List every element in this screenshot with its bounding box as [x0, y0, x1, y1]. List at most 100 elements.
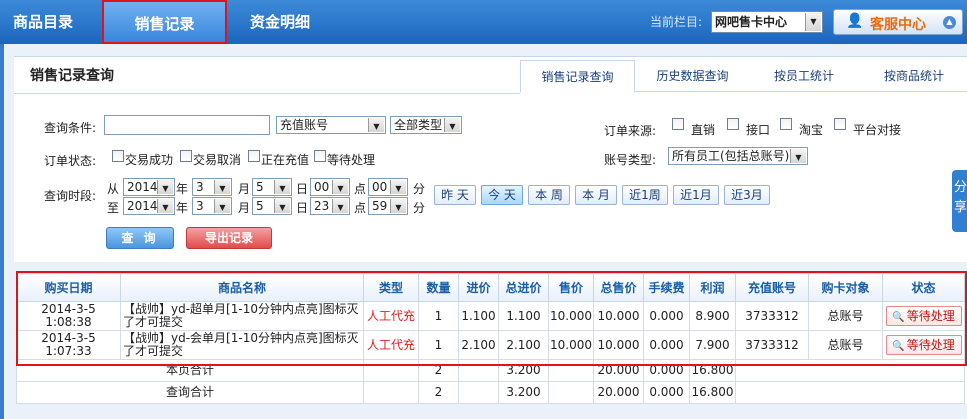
source-direct-checkbox[interactable] [672, 118, 684, 130]
cell-empty [458, 381, 499, 404]
from-month-select[interactable]: 3 ▼ [192, 178, 232, 196]
range-this-week-button[interactable]: 本 周 [528, 185, 570, 205]
cell-product-name: 【战帅】yd-超单月[1-10分钟内点亮]图标灭了才可提交 [120, 301, 364, 331]
cell-fee: 0.000 [643, 359, 690, 382]
chevron-down-icon: ▼ [805, 13, 821, 31]
to-year-select[interactable]: 2014 ▼ [123, 197, 175, 215]
status-pending-label: 等待处理 [327, 153, 376, 167]
chevron-down-icon: ▼ [790, 149, 806, 163]
cell-cost: 1.100 [458, 301, 499, 331]
source-platform-label: 平台对接 [853, 123, 902, 137]
tab-sales-query[interactable]: 销售记录查询 [520, 60, 635, 93]
source-api-checkbox[interactable] [727, 118, 739, 130]
unit-year: 年 [176, 182, 189, 196]
status-pending-checkbox[interactable] [314, 150, 326, 162]
time-range-label: 查询时段: [44, 189, 97, 203]
chevron-down-icon: ▼ [274, 199, 290, 213]
person-icon: 👤 [846, 13, 864, 29]
unit-month: 月 [238, 182, 251, 196]
service-center-button[interactable]: 👤 客服中心 ▲ [833, 9, 963, 35]
from-year-select[interactable]: 2014 ▼ [123, 178, 175, 196]
chevron-down-icon: ▼ [157, 180, 173, 194]
query-button[interactable]: 查 询 [106, 227, 174, 249]
to-day-select[interactable]: 5 ▼ [252, 197, 292, 215]
col-cost: 进价 [458, 273, 499, 302]
magnifier-icon: 🔍 [892, 341, 905, 352]
cell-fee: 0.000 [643, 330, 690, 360]
current-section-select[interactable]: 网吧售卡中心 ▼ [711, 11, 823, 33]
to-label: 至 [107, 201, 120, 215]
nav-item-funds[interactable]: 资金明细 [234, 0, 326, 44]
all-types-select[interactable]: 全部类型 ▼ [390, 116, 462, 134]
top-nav: 商品目录 销售记录 资金明细 当前栏目: 网吧售卡中心 ▼ 👤 客服中心 ▲ [0, 0, 967, 44]
range-3month-button[interactable]: 近3月 [724, 185, 770, 205]
tab-history-query[interactable]: 历史数据查询 [640, 60, 745, 92]
cell-profit: 7.900 [689, 330, 736, 360]
chevron-down-icon: ▼ [332, 180, 348, 194]
chevron-down-icon: ▼ [332, 199, 348, 213]
cell-fee: 0.000 [643, 381, 690, 404]
cell-type: 人工代充 [363, 330, 419, 360]
status-success-checkbox[interactable] [112, 150, 124, 162]
range-this-month-button[interactable]: 本 月 [575, 185, 617, 205]
status-pending-button[interactable]: 🔍 等待处理 [885, 335, 962, 355]
col-price: 售价 [548, 273, 594, 302]
chevron-down-icon: ▼ [157, 199, 173, 213]
from-day-select[interactable]: 5 ▼ [252, 178, 292, 196]
export-button[interactable]: 导出记录 [186, 227, 272, 249]
cell-target: 总账号 [808, 330, 883, 360]
account-type-select[interactable]: 充值账号 ▼ [276, 116, 386, 134]
cell-empty [363, 359, 419, 382]
tab-by-employee[interactable]: 按员工统计 [754, 60, 854, 92]
status-cancel-checkbox[interactable] [180, 150, 192, 162]
unit-day: 日 [296, 201, 309, 215]
table-row: 2014-3-5 1:07:33 【战帅】yd-会单月[1-10分钟内点亮]图标… [16, 330, 965, 360]
share-tab[interactable]: 分享 [952, 170, 967, 232]
range-1month-button[interactable]: 近1月 [673, 185, 719, 205]
cell-profit: 16.800 [689, 359, 736, 382]
col-total-cost: 总进价 [498, 273, 549, 302]
tab-by-product[interactable]: 按商品统计 [864, 60, 964, 92]
from-hour-select[interactable]: 00 ▼ [310, 178, 350, 196]
from-minute-select[interactable]: 00 ▼ [368, 178, 408, 196]
query-input[interactable] [104, 115, 270, 135]
status-success-label: 交易成功 [125, 153, 174, 167]
cell-empty [458, 359, 499, 382]
nav-item-sales[interactable]: 销售记录 [102, 0, 227, 44]
cell-empty [548, 359, 594, 382]
cell-total-price: 10.000 [593, 301, 644, 331]
from-day-value: 5 [256, 180, 264, 194]
tab-bar: 销售记录查询 历史数据查询 按员工统计 按商品统计 [520, 60, 967, 93]
status-pending-button[interactable]: 🔍 等待处理 [885, 306, 962, 326]
account-kind-select[interactable]: 所有员工(包括总账号) ▼ [668, 147, 808, 165]
cell-qty: 2 [418, 359, 459, 382]
col-product-name: 商品名称 [120, 273, 364, 302]
chevron-up-icon: ▲ [943, 16, 956, 29]
to-hour-select[interactable]: 23 ▼ [310, 197, 350, 215]
order-source-label: 订单来源: [604, 124, 657, 138]
status-text: 等待处理 [906, 309, 955, 323]
magnifier-icon: 🔍 [892, 312, 905, 323]
account-kind-label: 账号类型: [604, 153, 657, 167]
col-profit: 利润 [689, 273, 736, 302]
to-minute-select[interactable]: 59 ▼ [368, 197, 408, 215]
cell-price: 10.000 [548, 330, 594, 360]
service-center-label: 客服中心 [870, 17, 926, 33]
cell-status: 🔍 等待处理 [882, 301, 965, 331]
source-api-label: 接口 [746, 123, 771, 137]
cell-qty: 1 [418, 330, 459, 360]
source-platform-checkbox[interactable] [834, 118, 846, 130]
range-1week-button[interactable]: 近1周 [622, 185, 668, 205]
unit-minute: 分 [413, 182, 426, 196]
unit-minute: 分 [413, 201, 426, 215]
nav-item-catalog[interactable]: 商品目录 [0, 0, 86, 44]
unit-year: 年 [176, 201, 189, 215]
source-taobao-checkbox[interactable] [780, 118, 792, 130]
to-month-select[interactable]: 3 ▼ [192, 197, 232, 215]
source-direct-label: 直销 [691, 123, 716, 137]
status-charging-checkbox[interactable] [248, 150, 260, 162]
range-yesterday-button[interactable]: 昨 天 [434, 185, 476, 205]
range-today-button[interactable]: 今 天 [481, 185, 523, 205]
query-condition-label: 查询条件: [44, 121, 97, 135]
cell-total-cost: 2.100 [498, 330, 549, 360]
